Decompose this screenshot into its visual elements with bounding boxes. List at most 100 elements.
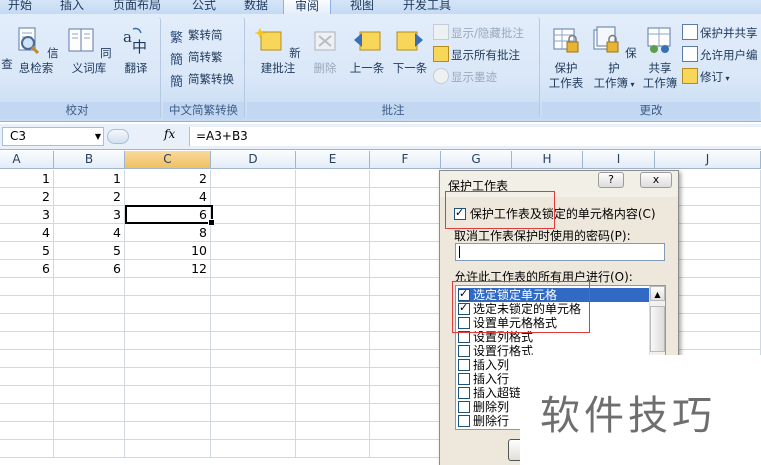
permission-checkbox[interactable] — [458, 415, 470, 427]
cell-d14[interactable] — [211, 404, 296, 422]
cell-c1[interactable]: 2 — [125, 170, 211, 188]
cell-a10[interactable] — [0, 332, 54, 350]
permission-checkbox[interactable] — [458, 387, 470, 399]
permission-checkbox[interactable] — [458, 345, 470, 357]
cell-b12[interactable] — [54, 368, 125, 386]
cell-e10[interactable] — [296, 332, 370, 350]
cell-d9[interactable] — [211, 314, 296, 332]
cell-c12[interactable] — [125, 368, 211, 386]
protect-sheet-button[interactable]: 保护 工作表 — [544, 25, 588, 91]
help-button[interactable]: ? — [598, 172, 624, 188]
cell-b15[interactable] — [54, 422, 125, 440]
cell-a9[interactable] — [0, 314, 54, 332]
cell-d16[interactable] — [211, 440, 296, 458]
cell-e7[interactable] — [296, 278, 370, 296]
cell-a7[interactable] — [0, 278, 54, 296]
cell-b10[interactable] — [54, 332, 125, 350]
close-button[interactable]: x — [640, 172, 672, 188]
cell-d12[interactable] — [211, 368, 296, 386]
scroll-up-arrow-icon[interactable]: ▲ — [650, 286, 665, 301]
cell-e6[interactable] — [296, 260, 370, 278]
column-header-c[interactable]: C — [125, 151, 211, 169]
cell-d6[interactable] — [211, 260, 296, 278]
column-header-j[interactable]: J — [655, 151, 761, 169]
cell-b1[interactable]: 1 — [54, 170, 125, 188]
cell-f4[interactable] — [370, 224, 441, 242]
permission-checkbox[interactable] — [458, 401, 470, 413]
allow-users-edit-button[interactable]: 允许用户编 — [682, 45, 758, 65]
cell-a8[interactable] — [0, 296, 54, 314]
cell-c6[interactable]: 12 — [125, 260, 211, 278]
tab-page-layout[interactable]: 页面布局 — [106, 0, 168, 14]
protect-workbook-button[interactable]: 保护 工作簿 ▾ — [590, 25, 638, 92]
cell-b16[interactable] — [54, 440, 125, 458]
cell-b9[interactable] — [54, 314, 125, 332]
cell-e8[interactable] — [296, 296, 370, 314]
cell-f2[interactable] — [370, 188, 441, 206]
cell-f7[interactable] — [370, 278, 441, 296]
tab-developer[interactable]: 开发工具 — [394, 0, 460, 14]
cell-f16[interactable] — [370, 440, 441, 458]
cell-b14[interactable] — [54, 404, 125, 422]
cell-f12[interactable] — [370, 368, 441, 386]
cell-e3[interactable] — [296, 206, 370, 224]
cell-c2[interactable]: 4 — [125, 188, 211, 206]
name-box-dropdown-icon[interactable]: ▼ — [95, 128, 101, 145]
cell-e2[interactable] — [296, 188, 370, 206]
delete-comment-button[interactable]: 删除 — [307, 25, 343, 76]
cell-b6[interactable]: 6 — [54, 260, 125, 278]
cell-f6[interactable] — [370, 260, 441, 278]
cell-e15[interactable] — [296, 422, 370, 440]
protect-and-share-button[interactable]: 保护并共享 — [682, 23, 758, 43]
new-comment-button[interactable]: 新建批注 — [251, 25, 305, 76]
cell-d5[interactable] — [211, 242, 296, 260]
column-header-d[interactable]: D — [211, 151, 296, 169]
cell-c4[interactable]: 8 — [125, 224, 211, 242]
cell-b4[interactable]: 4 — [54, 224, 125, 242]
tab-view[interactable]: 视图 — [342, 0, 382, 14]
cell-a15[interactable] — [0, 422, 54, 440]
show-hide-comment-button[interactable]: 显示/隐藏批注 — [433, 23, 524, 43]
cell-d3[interactable] — [211, 206, 296, 224]
cell-f14[interactable] — [370, 404, 441, 422]
permission-checkbox[interactable] — [458, 373, 470, 385]
column-header-f[interactable]: F — [370, 151, 441, 169]
cell-a3[interactable]: 3 — [0, 206, 54, 224]
tab-review[interactable]: 审阅 — [283, 0, 331, 14]
cell-a12[interactable] — [0, 368, 54, 386]
column-header-h[interactable]: H — [512, 151, 583, 169]
cell-a16[interactable] — [0, 440, 54, 458]
research-button[interactable]: 信息检索 — [10, 25, 62, 76]
tab-home[interactable]: 开始 — [2, 0, 38, 14]
cell-f13[interactable] — [370, 386, 441, 404]
previous-comment-button[interactable]: 上一条 — [347, 25, 387, 76]
column-header-e[interactable]: E — [296, 151, 370, 169]
convert-button[interactable]: 簡简繁转换 — [170, 69, 234, 90]
cell-d2[interactable] — [211, 188, 296, 206]
track-changes-button[interactable]: 修订 ▾ — [682, 67, 730, 87]
cell-d1[interactable] — [211, 170, 296, 188]
translate-button[interactable]: a 中 翻译 — [116, 25, 156, 76]
cell-c8[interactable] — [125, 296, 211, 314]
cell-e1[interactable] — [296, 170, 370, 188]
cell-c11[interactable] — [125, 350, 211, 368]
cell-d15[interactable] — [211, 422, 296, 440]
cell-a1[interactable]: 1 — [0, 170, 54, 188]
tab-formulas[interactable]: 公式 — [184, 0, 224, 14]
name-box[interactable]: C3 ▼ — [2, 127, 104, 146]
cell-b3[interactable]: 3 — [54, 206, 125, 224]
cell-e9[interactable] — [296, 314, 370, 332]
cell-f10[interactable] — [370, 332, 441, 350]
formula-input[interactable]: =A3+B3 — [189, 127, 761, 146]
cell-e13[interactable] — [296, 386, 370, 404]
cell-a13[interactable] — [0, 386, 54, 404]
thesaurus-button[interactable]: 同义词库 — [63, 25, 115, 76]
formula-bar-resize-handle[interactable] — [107, 129, 129, 144]
cell-a2[interactable]: 2 — [0, 188, 54, 206]
cell-b11[interactable] — [54, 350, 125, 368]
cell-f9[interactable] — [370, 314, 441, 332]
permission-checkbox[interactable] — [458, 359, 470, 371]
cell-e14[interactable] — [296, 404, 370, 422]
column-header-b[interactable]: B — [54, 151, 125, 169]
cell-f1[interactable] — [370, 170, 441, 188]
